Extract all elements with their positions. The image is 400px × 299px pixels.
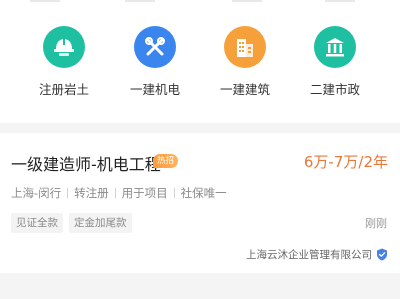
meta-item: 转注册 [74, 186, 109, 200]
category-item-yijian-jidian[interactable]: 一建机电 [110, 26, 200, 98]
category-item-yijian-jianzhu[interactable]: 一建建筑 [200, 26, 290, 98]
salary: 6万-7万/2年 [303, 153, 388, 171]
page: 注册岩土 一建机电 一建建筑 二建市政 一级建造师-机电工程 热招 6万-7万/… [0, 0, 400, 299]
helmet-icon [43, 26, 85, 68]
company-row: 上海云沐企业管理有限公司 [246, 247, 388, 262]
company-name: 上海云沐企业管理有限公司 [246, 249, 372, 261]
job-meta: 上海-闵行 转注册 用于项目 社保唯一 [11, 185, 227, 201]
divider [173, 188, 175, 198]
post-time: 刚刚 [365, 217, 387, 230]
tag: 定金加尾款 [69, 213, 132, 233]
top-divider [232, 0, 262, 2]
building-icon [224, 26, 266, 68]
verified-shield-icon [377, 248, 387, 261]
divider [114, 188, 116, 198]
government-icon [314, 26, 356, 68]
category-label: 一建建筑 [219, 82, 270, 97]
meta-item: 社保唯一 [180, 186, 227, 200]
category-item-erjian-shizheng[interactable]: 二建市政 [290, 26, 380, 98]
top-divider [325, 0, 355, 2]
tools-icon [134, 26, 176, 68]
tag-list: 见证全款 定金加尾款 [11, 213, 132, 233]
meta-item: 用于项目 [121, 186, 168, 200]
top-divider [125, 0, 155, 2]
category-label: 一建机电 [129, 82, 180, 97]
category-item-zhuce-yantu[interactable]: 注册岩土 [19, 26, 109, 98]
location: 上海-闵行 [11, 186, 62, 200]
category-label: 注册岩土 [38, 82, 89, 97]
tag: 见证全款 [11, 213, 63, 233]
hot-badge: 热招 [153, 154, 179, 168]
divider [67, 188, 69, 198]
category-label: 二建市政 [309, 82, 360, 97]
job-card[interactable]: 一级建造师-机电工程 热招 6万-7万/2年 上海-闵行 转注册 用于项目 社保… [0, 133, 400, 273]
category-card: 注册岩土 一建机电 一建建筑 二建市政 [0, 0, 400, 123]
top-divider [30, 0, 60, 2]
job-title: 一级建造师-机电工程 [11, 155, 161, 174]
